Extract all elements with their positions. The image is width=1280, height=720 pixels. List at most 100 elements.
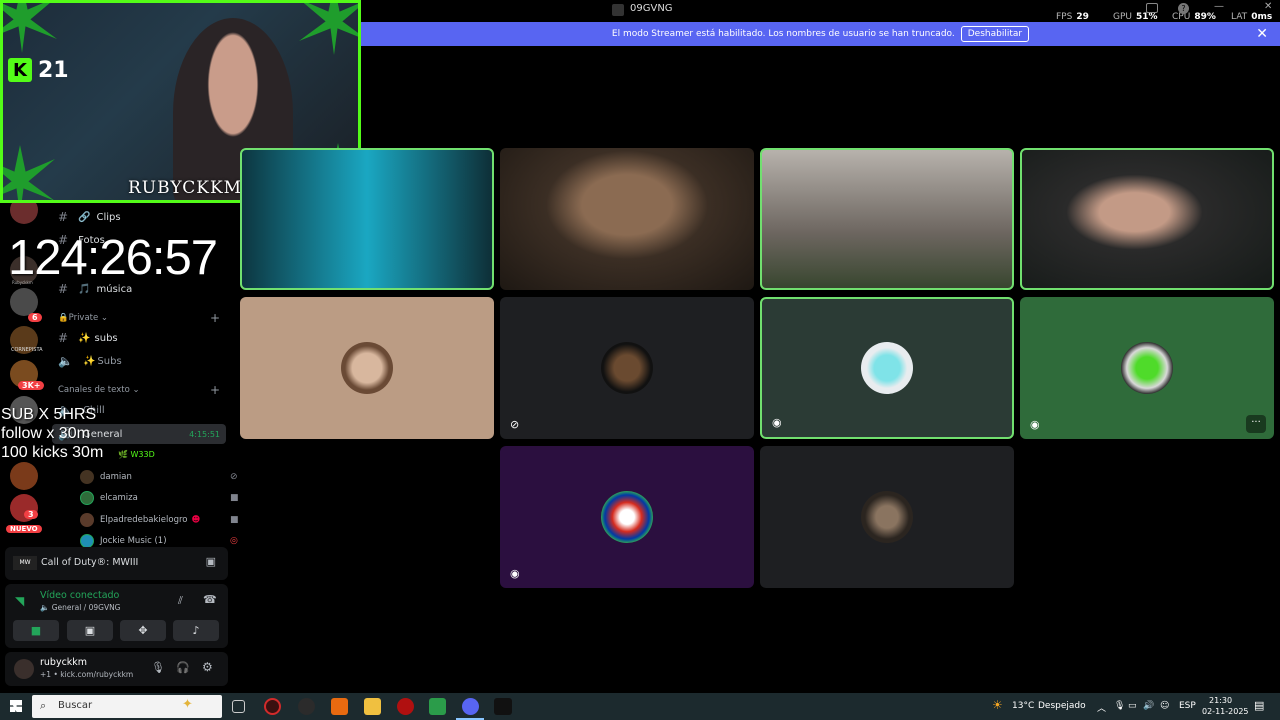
notifications-icon[interactable]: ▤	[1254, 699, 1264, 712]
settings-gear-icon[interactable]: ⚙	[202, 660, 213, 674]
category-private[interactable]: 🔒Private ⌄	[58, 313, 108, 323]
minimize-icon[interactable]: —	[1214, 1, 1224, 12]
network-icon[interactable]: ▭	[1128, 701, 1137, 711]
server-label: CORNEPISTA	[11, 347, 43, 353]
participant-tile[interactable]	[760, 446, 1014, 588]
sparkle-icon: ✨	[78, 332, 91, 344]
channel-clips[interactable]: # 🔗 Clips	[58, 210, 121, 224]
opera-icon[interactable]	[264, 698, 281, 715]
goal-text: follow x 30m	[1, 425, 90, 442]
avatar	[601, 491, 653, 543]
streamer-mode-banner: El modo Streamer está habilitado. Los no…	[361, 22, 1280, 46]
avatar	[341, 342, 393, 394]
disconnect-icon[interactable]: ☎	[203, 593, 217, 606]
avatar	[80, 513, 94, 527]
microphone-icon[interactable]: 🎙	[1114, 701, 1125, 711]
noise-suppression-icon[interactable]: ⫽	[178, 594, 183, 608]
kick-logo-icon: K	[8, 58, 32, 82]
avatar	[861, 491, 913, 543]
weather-desc[interactable]: Despejado	[1038, 701, 1086, 711]
search-placeholder: Buscar	[58, 700, 93, 711]
participant-tile[interactable]: ◉	[500, 446, 754, 588]
language-indicator[interactable]: ESP	[1179, 701, 1196, 711]
windows-taskbar: ⌕ Buscar ✦ ☀ 13°C Despejado ︿ 🎙 ▭ 🔊 ☺ ES…	[0, 693, 1280, 720]
weather-icon: ☀	[992, 698, 1003, 712]
discord-icon[interactable]	[462, 698, 479, 715]
streaming-icon: ◉	[510, 567, 520, 580]
close-window-icon[interactable]: ✕	[1264, 1, 1272, 12]
inbox-icon[interactable]	[1146, 3, 1158, 13]
streaming-icon: ◉	[772, 416, 782, 429]
deafened-icon: ◎	[230, 536, 238, 546]
hash-icon: #	[58, 210, 69, 224]
streamer-name-overlay: RUBYCKKM	[128, 178, 243, 198]
taskbar-search[interactable]: ⌕ Buscar ✦	[32, 695, 222, 718]
cpu-readout: CPU 89%	[1172, 12, 1216, 22]
add-channel-icon[interactable]: +	[210, 311, 220, 325]
goal-text: SUB X 5HRS	[1, 406, 97, 423]
leaf-decoration	[299, 3, 358, 55]
camera-button[interactable]: ■	[13, 620, 59, 641]
more-options-icon[interactable]: ···	[1246, 415, 1266, 433]
voice-channel-subs[interactable]: 🔈 ✨ Subs	[58, 354, 122, 368]
tray-chevron-icon[interactable]: ︿	[1097, 701, 1106, 714]
leaf-decoration	[3, 145, 55, 200]
close-icon[interactable]: ✕	[1256, 26, 1268, 42]
voice-member[interactable]: Jockie Music (1) ◎	[80, 534, 238, 548]
voice-member[interactable]: damian ⊘	[80, 470, 238, 484]
disable-streamer-mode-button[interactable]: Deshabilitar	[960, 26, 1030, 42]
gpu-readout: GPU 51%	[1113, 12, 1158, 22]
devil-icon: ☻	[191, 515, 201, 525]
link-icon: 🔗	[78, 211, 91, 223]
volume-icon[interactable]: 🔊	[1143, 701, 1154, 711]
channel-subs[interactable]: # ✨ subs	[58, 331, 118, 345]
hash-icon: #	[58, 331, 69, 345]
clock-time[interactable]: 21:30	[1209, 696, 1232, 705]
app-icon[interactable]	[397, 698, 414, 715]
microphone-icon[interactable]: 🎙	[151, 661, 165, 674]
task-view-icon[interactable]	[232, 700, 245, 713]
participant-tile[interactable]	[240, 297, 494, 439]
stream-icon[interactable]: ▣	[206, 555, 216, 568]
screen-share-button[interactable]: ▣	[67, 620, 113, 641]
obs-icon[interactable]	[298, 698, 315, 715]
participant-tile[interactable]: ⊘	[500, 297, 754, 439]
speaker-icon: 🔈	[58, 354, 73, 368]
server-badge: 3	[24, 510, 38, 519]
voice-member[interactable]: elcamiza ■	[80, 491, 239, 505]
game-title: Call of Duty®: MWIII	[41, 557, 139, 568]
server-icon[interactable]	[10, 288, 38, 316]
voice-member[interactable]: Elpadredebakielogro ☻ ■	[80, 513, 239, 527]
folder-icon[interactable]	[364, 698, 381, 715]
server-icon[interactable]	[10, 462, 38, 490]
category-text-channels[interactable]: Canales de texto ⌄	[58, 385, 140, 395]
call-of-duty-icon[interactable]	[494, 698, 512, 715]
video-tile[interactable]	[760, 148, 1014, 290]
signal-icon: ◥	[15, 594, 25, 608]
video-tile[interactable]	[240, 148, 494, 290]
app-icon[interactable]	[331, 698, 348, 715]
help-icon[interactable]: ?	[1178, 3, 1189, 14]
voice-duration: 4:15:51	[189, 429, 220, 439]
avatar	[1121, 342, 1173, 394]
activities-button[interactable]: ✥	[120, 620, 166, 641]
tray-app-icon[interactable]: ☺	[1160, 701, 1169, 711]
headphones-icon[interactable]: 🎧	[176, 661, 190, 674]
add-channel-icon[interactable]: +	[210, 383, 220, 397]
weather-temp[interactable]: 13°C	[1012, 701, 1034, 711]
participant-tile[interactable]: ◉ ···	[1020, 297, 1274, 439]
clock-date[interactable]: 02-11-2025	[1202, 707, 1249, 716]
store-icon[interactable]	[429, 698, 446, 715]
avatar[interactable]	[14, 659, 34, 679]
avatar	[601, 342, 653, 394]
voice-status[interactable]: Vídeo conectado	[40, 590, 119, 601]
camera-icon: ■	[230, 515, 239, 525]
windows-start-icon[interactable]	[10, 700, 22, 712]
video-tile[interactable]	[500, 148, 754, 290]
soundboard-button[interactable]: ♪	[173, 620, 219, 641]
participant-tile[interactable]: ◉	[760, 297, 1014, 439]
video-tile[interactable]	[1020, 148, 1274, 290]
username[interactable]: rubyckkm	[40, 657, 87, 668]
kick-count: 21	[38, 58, 69, 83]
search-icon: ⌕	[40, 699, 47, 712]
